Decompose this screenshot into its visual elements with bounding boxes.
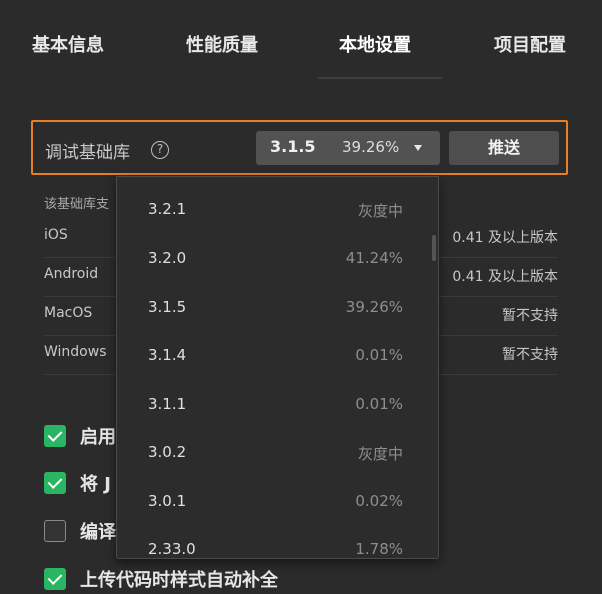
- platform-name: iOS: [44, 227, 68, 243]
- checkbox[interactable]: [44, 568, 66, 590]
- platform-name: Android: [44, 266, 99, 282]
- platform-value: 暂不支持: [502, 347, 558, 363]
- setting-autoprefix[interactable]: 上传代码时样式自动补全: [44, 568, 444, 594]
- option-version: 3.0.1: [148, 492, 187, 510]
- chevron-down-icon: [414, 145, 422, 151]
- dropdown-scrollbar[interactable]: [432, 235, 436, 261]
- version-dropdown: 3.2.1 灰度中 3.2.0 41.24% 3.1.5 39.26% 3.1.…: [116, 176, 439, 559]
- checkbox-label: 启用: [80, 427, 116, 448]
- option-version: 3.1.1: [148, 395, 187, 413]
- platform-value: 0.41 及以上版本: [452, 269, 558, 285]
- tab-bar: 基本信息 性能质量 本地设置 项目配置: [0, 0, 602, 80]
- version-option[interactable]: 2.33.0 1.78%: [117, 527, 438, 558]
- option-percent: 灰度中: [357, 445, 403, 463]
- option-version: 3.1.4: [148, 346, 187, 364]
- option-version: 3.1.5: [148, 298, 187, 316]
- tab-performance[interactable]: 性能质量: [186, 31, 258, 57]
- platform-value: 0.41 及以上版本: [452, 230, 558, 246]
- active-tab-indicator: [318, 77, 442, 79]
- option-percent: 0.01%: [355, 395, 403, 413]
- version-option[interactable]: 3.1.1 0.01%: [117, 382, 438, 431]
- option-percent: 1.78%: [355, 540, 403, 558]
- selected-version-percent: 39.26%: [342, 138, 400, 156]
- option-version: 3.2.1: [148, 200, 187, 218]
- checkbox-label: 将 J: [80, 474, 111, 495]
- version-option[interactable]: 3.2.0 41.24%: [117, 236, 438, 285]
- selected-version: 3.1.5: [270, 137, 316, 156]
- tab-basic-info[interactable]: 基本信息: [32, 31, 104, 57]
- version-option[interactable]: 3.1.4 0.01%: [117, 333, 438, 382]
- option-version: 2.33.0: [148, 540, 196, 558]
- version-option[interactable]: 3.1.5 39.26%: [117, 285, 438, 334]
- checkbox[interactable]: [44, 425, 66, 447]
- option-percent: 灰度中: [357, 202, 403, 220]
- checkbox-label: 编译: [80, 522, 116, 543]
- debug-library-row: 调试基础库 ? 3.1.5 39.26% 推送: [31, 120, 568, 175]
- checkbox[interactable]: [44, 520, 66, 542]
- option-percent: 0.02%: [355, 492, 403, 510]
- option-percent: 41.24%: [345, 249, 403, 267]
- checkbox[interactable]: [44, 472, 66, 494]
- version-option[interactable]: 3.2.1 灰度中: [117, 187, 438, 236]
- help-icon[interactable]: ?: [151, 141, 169, 159]
- support-title: 该基础库支: [44, 197, 110, 212]
- version-option[interactable]: 3.0.2 灰度中: [117, 430, 438, 479]
- option-version: 3.2.0: [148, 249, 187, 267]
- tab-local-settings[interactable]: 本地设置: [339, 31, 411, 57]
- platform-name: Windows: [44, 344, 107, 360]
- option-version: 3.0.2: [148, 443, 187, 461]
- platform-name: MacOS: [44, 305, 93, 321]
- debug-library-label: 调试基础库: [45, 143, 130, 163]
- option-percent: 0.01%: [355, 346, 403, 364]
- tab-project-config[interactable]: 项目配置: [494, 31, 566, 57]
- push-button[interactable]: 推送: [449, 131, 559, 165]
- library-version-select[interactable]: 3.1.5 39.26%: [256, 131, 440, 165]
- version-option[interactable]: 3.0.1 0.02%: [117, 479, 438, 528]
- option-percent: 39.26%: [345, 298, 403, 316]
- platform-value: 暂不支持: [502, 308, 558, 324]
- checkbox-label: 上传代码时样式自动补全: [80, 570, 278, 591]
